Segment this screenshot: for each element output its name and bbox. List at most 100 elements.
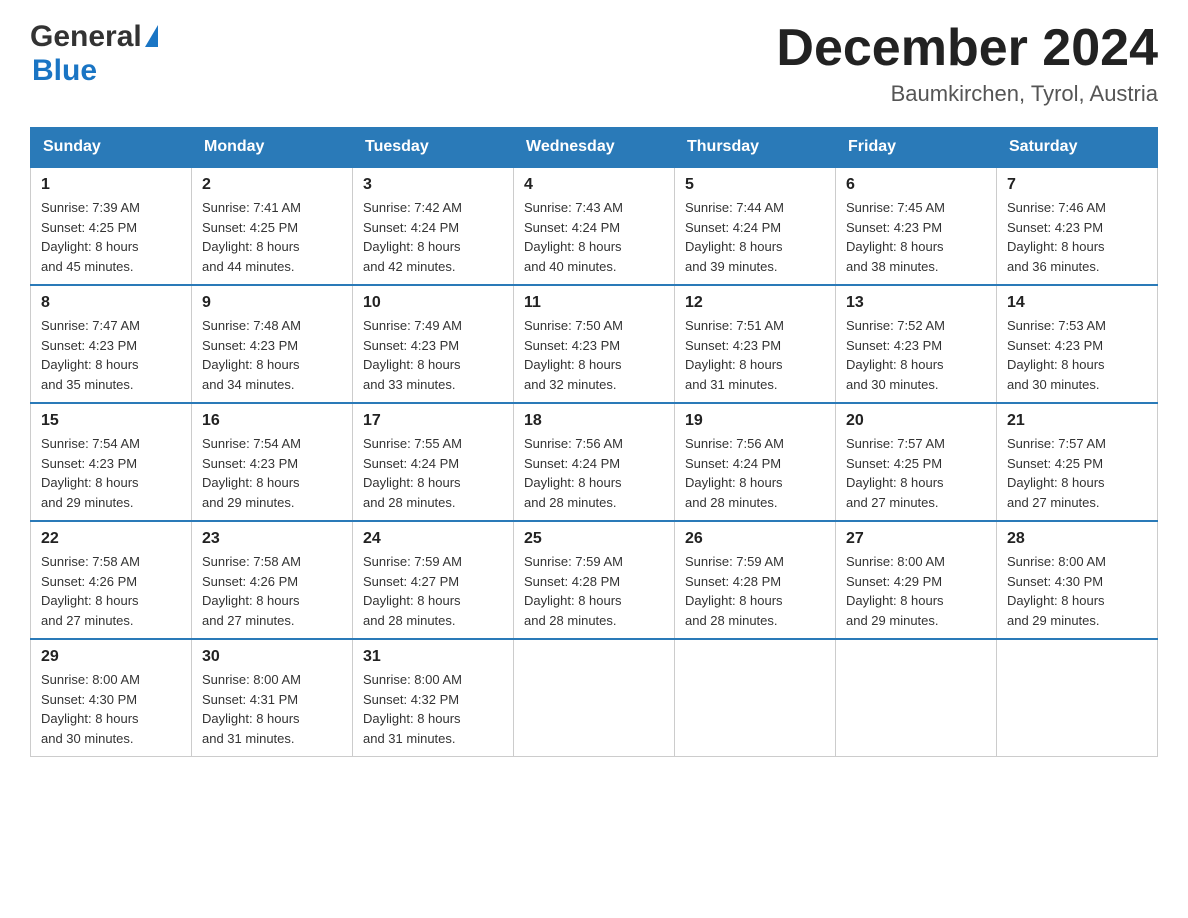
day-info: Sunrise: 7:49 AM Sunset: 4:23 PM Dayligh…	[363, 316, 503, 394]
day-info: Sunrise: 7:54 AM Sunset: 4:23 PM Dayligh…	[41, 434, 181, 512]
day-number: 5	[685, 176, 825, 194]
calendar-cell: 6 Sunrise: 7:45 AM Sunset: 4:23 PM Daylig…	[836, 167, 997, 285]
day-number: 19	[685, 412, 825, 430]
calendar-cell: 28 Sunrise: 8:00 AM Sunset: 4:30 PM Dayli…	[997, 521, 1158, 639]
day-number: 9	[202, 294, 342, 312]
day-info: Sunrise: 7:48 AM Sunset: 4:23 PM Dayligh…	[202, 316, 342, 394]
day-info: Sunrise: 7:42 AM Sunset: 4:24 PM Dayligh…	[363, 198, 503, 276]
day-info: Sunrise: 7:50 AM Sunset: 4:23 PM Dayligh…	[524, 316, 664, 394]
calendar-week-4: 22 Sunrise: 7:58 AM Sunset: 4:26 PM Dayli…	[31, 521, 1158, 639]
page-header: General Blue December 2024 Baumkirchen, …	[30, 20, 1158, 107]
day-number: 6	[846, 176, 986, 194]
calendar-cell: 22 Sunrise: 7:58 AM Sunset: 4:26 PM Dayli…	[31, 521, 192, 639]
day-number: 2	[202, 176, 342, 194]
calendar-cell: 8 Sunrise: 7:47 AM Sunset: 4:23 PM Daylig…	[31, 285, 192, 403]
day-header-monday: Monday	[192, 128, 353, 168]
calendar-cell: 26 Sunrise: 7:59 AM Sunset: 4:28 PM Dayli…	[675, 521, 836, 639]
calendar-cell: 15 Sunrise: 7:54 AM Sunset: 4:23 PM Dayli…	[31, 403, 192, 521]
day-info: Sunrise: 7:58 AM Sunset: 4:26 PM Dayligh…	[41, 552, 181, 630]
logo-general-text: General	[30, 20, 142, 54]
day-number: 18	[524, 412, 664, 430]
day-number: 8	[41, 294, 181, 312]
calendar-cell	[675, 639, 836, 757]
calendar-cell: 17 Sunrise: 7:55 AM Sunset: 4:24 PM Dayli…	[353, 403, 514, 521]
day-number: 4	[524, 176, 664, 194]
calendar-cell: 13 Sunrise: 7:52 AM Sunset: 4:23 PM Dayli…	[836, 285, 997, 403]
day-number: 13	[846, 294, 986, 312]
calendar-cell: 7 Sunrise: 7:46 AM Sunset: 4:23 PM Daylig…	[997, 167, 1158, 285]
day-info: Sunrise: 8:00 AM Sunset: 4:30 PM Dayligh…	[1007, 552, 1147, 630]
day-info: Sunrise: 7:41 AM Sunset: 4:25 PM Dayligh…	[202, 198, 342, 276]
day-info: Sunrise: 7:46 AM Sunset: 4:23 PM Dayligh…	[1007, 198, 1147, 276]
day-number: 29	[41, 648, 181, 666]
calendar-cell: 20 Sunrise: 7:57 AM Sunset: 4:25 PM Dayli…	[836, 403, 997, 521]
day-header-saturday: Saturday	[997, 128, 1158, 168]
calendar-cell: 24 Sunrise: 7:59 AM Sunset: 4:27 PM Dayli…	[353, 521, 514, 639]
calendar-title: December 2024	[776, 20, 1158, 77]
day-info: Sunrise: 7:58 AM Sunset: 4:26 PM Dayligh…	[202, 552, 342, 630]
calendar-cell: 4Sunrise: 7:43 AM Sunset: 4:24 PM Daylig…	[514, 167, 675, 285]
calendar-cell: 12Sunrise: 7:51 AM Sunset: 4:23 PM Dayli…	[675, 285, 836, 403]
day-header-friday: Friday	[836, 128, 997, 168]
calendar-cell: 18Sunrise: 7:56 AM Sunset: 4:24 PM Dayli…	[514, 403, 675, 521]
calendar-cell: 14Sunrise: 7:53 AM Sunset: 4:23 PM Dayli…	[997, 285, 1158, 403]
day-info: Sunrise: 7:39 AM Sunset: 4:25 PM Dayligh…	[41, 198, 181, 276]
day-number: 26	[685, 530, 825, 548]
day-number: 15	[41, 412, 181, 430]
day-info: Sunrise: 7:47 AM Sunset: 4:23 PM Dayligh…	[41, 316, 181, 394]
calendar-cell: 23 Sunrise: 7:58 AM Sunset: 4:26 PM Dayli…	[192, 521, 353, 639]
day-info: Sunrise: 7:59 AM Sunset: 4:27 PM Dayligh…	[363, 552, 503, 630]
day-header-tuesday: Tuesday	[353, 128, 514, 168]
calendar-cell: 31Sunrise: 8:00 AM Sunset: 4:32 PM Dayli…	[353, 639, 514, 757]
day-info: Sunrise: 8:00 AM Sunset: 4:30 PM Dayligh…	[41, 670, 181, 748]
calendar-week-2: 8 Sunrise: 7:47 AM Sunset: 4:23 PM Daylig…	[31, 285, 1158, 403]
calendar-week-5: 29 Sunrise: 8:00 AM Sunset: 4:30 PM Dayli…	[31, 639, 1158, 757]
calendar-cell	[836, 639, 997, 757]
calendar-cell	[514, 639, 675, 757]
day-number: 3	[363, 176, 503, 194]
day-info: Sunrise: 7:59 AM Sunset: 4:28 PM Dayligh…	[524, 552, 664, 630]
day-info: Sunrise: 7:52 AM Sunset: 4:23 PM Dayligh…	[846, 316, 986, 394]
day-number: 16	[202, 412, 342, 430]
day-info: Sunrise: 7:45 AM Sunset: 4:23 PM Dayligh…	[846, 198, 986, 276]
logo: General Blue	[30, 20, 158, 88]
day-number: 14	[1007, 294, 1147, 312]
calendar-cell: 5Sunrise: 7:44 AM Sunset: 4:24 PM Daylig…	[675, 167, 836, 285]
calendar-cell: 19Sunrise: 7:56 AM Sunset: 4:24 PM Dayli…	[675, 403, 836, 521]
day-info: Sunrise: 7:51 AM Sunset: 4:23 PM Dayligh…	[685, 316, 825, 394]
day-number: 17	[363, 412, 503, 430]
day-number: 20	[846, 412, 986, 430]
calendar-table: SundayMondayTuesdayWednesdayThursdayFrid…	[30, 127, 1158, 757]
calendar-week-3: 15 Sunrise: 7:54 AM Sunset: 4:23 PM Dayli…	[31, 403, 1158, 521]
day-number: 27	[846, 530, 986, 548]
calendar-cell: 9 Sunrise: 7:48 AM Sunset: 4:23 PM Daylig…	[192, 285, 353, 403]
calendar-week-1: 1 Sunrise: 7:39 AM Sunset: 4:25 PM Daylig…	[31, 167, 1158, 285]
day-info: Sunrise: 7:55 AM Sunset: 4:24 PM Dayligh…	[363, 434, 503, 512]
day-info: Sunrise: 7:59 AM Sunset: 4:28 PM Dayligh…	[685, 552, 825, 630]
day-header-wednesday: Wednesday	[514, 128, 675, 168]
logo-triangle-icon	[145, 25, 158, 47]
day-number: 1	[41, 176, 181, 194]
day-number: 24	[363, 530, 503, 548]
calendar-cell: 11 Sunrise: 7:50 AM Sunset: 4:23 PM Dayli…	[514, 285, 675, 403]
day-number: 23	[202, 530, 342, 548]
day-number: 30	[202, 648, 342, 666]
day-number: 22	[41, 530, 181, 548]
day-info: Sunrise: 7:54 AM Sunset: 4:23 PM Dayligh…	[202, 434, 342, 512]
logo-blue-text: Blue	[32, 54, 97, 87]
day-number: 28	[1007, 530, 1147, 548]
day-info: Sunrise: 7:57 AM Sunset: 4:25 PM Dayligh…	[846, 434, 986, 512]
title-block: December 2024 Baumkirchen, Tyrol, Austri…	[776, 20, 1158, 107]
day-number: 31	[363, 648, 503, 666]
day-number: 25	[524, 530, 664, 548]
day-info: Sunrise: 7:57 AM Sunset: 4:25 PM Dayligh…	[1007, 434, 1147, 512]
day-number: 10	[363, 294, 503, 312]
day-number: 7	[1007, 176, 1147, 194]
calendar-cell: 1 Sunrise: 7:39 AM Sunset: 4:25 PM Daylig…	[31, 167, 192, 285]
day-info: Sunrise: 8:00 AM Sunset: 4:31 PM Dayligh…	[202, 670, 342, 748]
day-number: 11	[524, 294, 664, 312]
calendar-subtitle: Baumkirchen, Tyrol, Austria	[776, 81, 1158, 107]
calendar-cell: 21Sunrise: 7:57 AM Sunset: 4:25 PM Dayli…	[997, 403, 1158, 521]
calendar-cell: 25 Sunrise: 7:59 AM Sunset: 4:28 PM Dayli…	[514, 521, 675, 639]
calendar-cell: 3 Sunrise: 7:42 AM Sunset: 4:24 PM Daylig…	[353, 167, 514, 285]
